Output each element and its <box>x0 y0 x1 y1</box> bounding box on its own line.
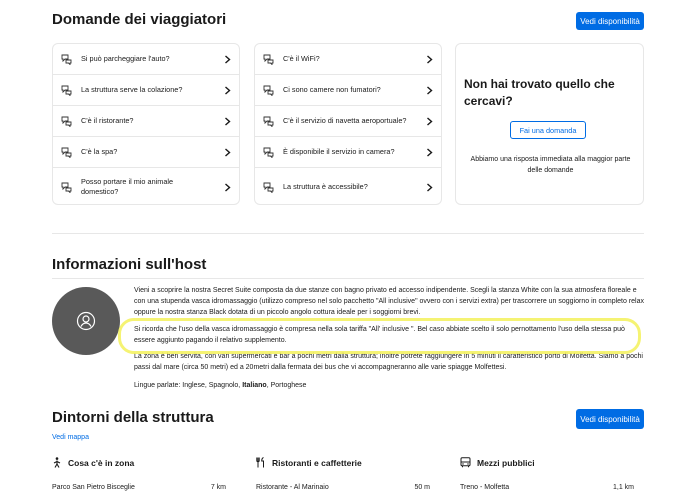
chevron-right-icon <box>225 116 231 126</box>
nearby-place-name: Parco San Pietro Bisceglie <box>52 484 135 491</box>
faq-question: C'è il ristorante? <box>81 116 134 125</box>
chat-bubbles-icon <box>263 116 274 127</box>
walking-person-icon <box>53 457 61 468</box>
chevron-right-icon <box>225 85 231 95</box>
chevron-right-icon <box>427 116 433 126</box>
faq-question: C'è il servizio di navetta aeroportuale? <box>283 116 407 125</box>
transport-distance: 1,1 km <box>612 484 634 491</box>
faq-item[interactable]: Si può parcheggiare l'auto? <box>53 44 239 75</box>
transport-name: Treno - Molfetta <box>460 484 510 491</box>
chevron-right-icon <box>225 54 231 64</box>
languages-suffix: , Portoghese <box>266 382 307 389</box>
faq-item[interactable]: C'è la spa? <box>53 137 239 168</box>
chat-bubbles-icon <box>61 85 72 96</box>
nearby-place-distance: 7 km <box>210 484 226 491</box>
restaurant-distance: 50 m <box>414 484 430 491</box>
faq-question: È disponibile il servizio in camera? <box>283 147 395 156</box>
section-divider <box>52 278 644 279</box>
faq-item[interactable]: La struttura è accessibile? <box>255 168 441 206</box>
ask-question-title: Non hai trovato quello che cercavi? <box>464 77 615 108</box>
surroundings-heading-label: Mezzi pubblici <box>477 457 535 468</box>
highlight-annotation <box>118 318 641 354</box>
cutlery-icon <box>256 457 264 468</box>
chat-bubbles-icon <box>263 147 274 158</box>
chat-bubbles-icon <box>263 85 274 96</box>
ask-question-subtitle: Abbiamo una risposta immediata alla magg… <box>470 156 631 174</box>
user-icon <box>76 311 96 331</box>
faq-column-left: Si può parcheggiare l'auto? La struttura… <box>52 43 240 205</box>
chevron-right-icon <box>427 85 433 95</box>
faq-question: Si può parcheggiare l'auto? <box>81 54 170 63</box>
chat-bubbles-icon <box>263 182 274 193</box>
bus-icon <box>460 457 471 468</box>
ask-question-card: Non hai trovato quello che cercavi? Fai … <box>455 43 644 205</box>
surroundings-heading-label: Cosa c'è in zona <box>68 457 135 468</box>
faq-item[interactable]: La struttura serve la colazione? <box>53 75 239 106</box>
faq-item[interactable]: C'è il WiFi? <box>255 44 441 75</box>
chat-bubbles-icon <box>61 147 72 158</box>
chat-bubbles-icon <box>61 182 72 193</box>
faq-item[interactable]: C'è il servizio di navetta aeroportuale? <box>255 106 441 137</box>
faq-title: Domande dei viaggiatori <box>52 11 227 28</box>
see-availability-button[interactable]: Vedi disponibilità <box>576 12 644 30</box>
languages-prefix: Lingue parlate: Inglese, Spagnolo, <box>134 382 243 389</box>
faq-question: Posso portare il mio animale domestico? <box>81 177 174 196</box>
chevron-right-icon <box>427 54 433 64</box>
chevron-right-icon <box>225 182 231 192</box>
faq-column-right: C'è il WiFi? Ci sono camere non fumatori… <box>254 43 442 205</box>
surroundings-heading-nearby: Cosa c'è in zona <box>52 457 134 468</box>
faq-question: La struttura serve la colazione? <box>81 85 183 94</box>
languages-bold: Italiano <box>242 382 267 389</box>
host-title: Informazioni sull'host <box>52 256 207 273</box>
faq-item[interactable]: C'è il ristorante? <box>53 106 239 137</box>
ask-question-button[interactable]: Fai una domanda <box>510 121 586 139</box>
faq-question: Ci sono camere non fumatori? <box>283 85 381 94</box>
host-avatar <box>52 287 120 355</box>
faq-item[interactable]: Ci sono camere non fumatori? <box>255 75 441 106</box>
see-map-link[interactable]: Vedi mappa <box>52 434 89 441</box>
chat-bubbles-icon <box>61 54 72 65</box>
see-availability-button-2[interactable]: Vedi disponibilità <box>576 409 644 429</box>
surroundings-heading-restaurants: Ristoranti e caffetterie <box>256 457 362 468</box>
faq-question: C'è la spa? <box>81 147 118 156</box>
chevron-right-icon <box>427 147 433 157</box>
host-description-1: Vieni a scoprire la nostra Secret Suite … <box>134 287 644 316</box>
chevron-right-icon <box>427 182 433 192</box>
restaurant-name: Ristorante - Al Marinaio <box>256 484 329 491</box>
faq-item[interactable]: Posso portare il mio animale domestico? <box>53 168 239 206</box>
faq-item[interactable]: È disponibile il servizio in camera? <box>255 137 441 168</box>
chevron-right-icon <box>225 147 231 157</box>
faq-question: La struttura è accessibile? <box>283 182 368 191</box>
section-divider <box>52 233 644 234</box>
host-languages: Lingue parlate: Inglese, Spagnolo, Itali… <box>134 380 644 391</box>
chat-bubbles-icon <box>61 116 72 127</box>
host-description-3: La zona è ben servita, con vari supermer… <box>134 353 643 371</box>
surroundings-title: Dintorni della struttura <box>52 409 214 426</box>
surroundings-heading-label: Ristoranti e caffetterie <box>272 457 362 468</box>
surroundings-heading-transport: Mezzi pubblici <box>460 457 535 468</box>
faq-question: C'è il WiFi? <box>283 54 320 63</box>
chat-bubbles-icon <box>263 54 274 65</box>
